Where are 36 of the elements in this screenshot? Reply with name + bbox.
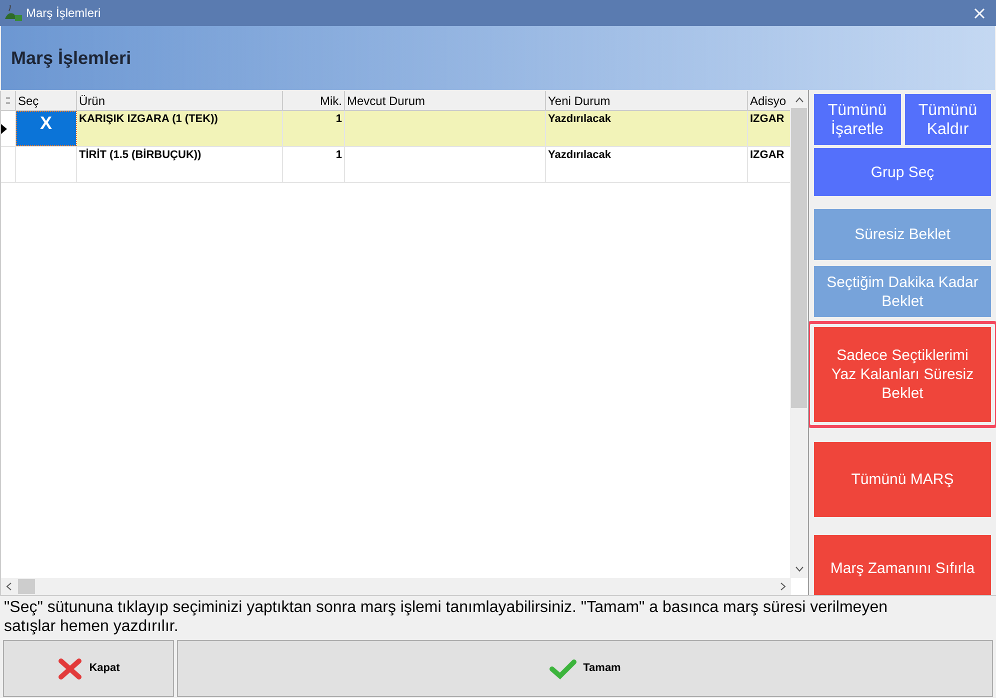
- column-header[interactable]: Adisyo: [750, 92, 786, 110]
- app-icon: [4, 5, 22, 21]
- table-cell-text: 1: [334, 112, 342, 127]
- table-row[interactable]: TİRİT (1.5 (BİRBUÇUK)) 1 Yazdırılacak IZGAR: [1, 147, 790, 183]
- table-cell-text: Yazdırılacak: [548, 112, 612, 127]
- table-cell-text: TİRİT (1.5 (BİRBUÇUK)): [79, 148, 202, 163]
- action-button[interactable]: Tümünü MARŞ: [814, 442, 991, 517]
- table-cell-text: Yazdırılacak: [548, 148, 612, 163]
- check-icon: [549, 658, 578, 680]
- table-cell-text: KARIŞIK IZGARA (1 (TEK)): [79, 112, 219, 127]
- action-button[interactable]: Marş Zamanını Sıfırla: [814, 535, 991, 595]
- table-cell-text: 1: [334, 148, 342, 163]
- column-header[interactable]: Ürün: [79, 92, 106, 110]
- hint-text: "Seç" sütununa tıklayıp seçiminizi yaptıktan sonra marş işlemi tanımlayabilirsiniz. "Tamam" a basınca marş süresi verilmeyen satışlar hemen yazdırılır.: [4, 598, 888, 636]
- close-button[interactable]: Kapat: [3, 640, 174, 697]
- select-button[interactable]: Tümünü İşaretle: [814, 94, 900, 145]
- scroll-thumb[interactable]: [791, 108, 807, 408]
- horizontal-scrollbar[interactable]: [1, 578, 791, 595]
- action-button[interactable]: Grup Seç: [814, 148, 991, 196]
- column-header[interactable]: Mevcut Durum: [347, 92, 426, 110]
- column-header[interactable]: Mik.: [320, 92, 342, 110]
- cross-icon: [57, 656, 84, 680]
- ok-button[interactable]: Tamam: [177, 640, 993, 697]
- header-title: Marş İşlemleri: [11, 46, 132, 70]
- action-button[interactable]: Sadece Seçtiklerimi Yaz Kalanları Süresiz Beklet: [814, 327, 991, 422]
- table-cell-text: IZGAR: [750, 112, 786, 127]
- window-title: Marş İşlemleri: [26, 5, 101, 22]
- grip-icon: [6, 96, 10, 104]
- table-cell-text: IZGAR: [750, 148, 786, 163]
- select-button[interactable]: Tümünü Kaldır: [904, 94, 991, 145]
- vertical-scrollbar[interactable]: [790, 91, 808, 578]
- close-icon: [974, 8, 984, 18]
- table-row[interactable]: X KARIŞIK IZGARA (1 (TEK)) 1 Yazdırılacak IZGAR: [1, 111, 790, 147]
- scroll-thumb[interactable]: [18, 579, 35, 594]
- column-header[interactable]: Yeni Durum: [548, 92, 610, 110]
- column-header[interactable]: Seç: [18, 92, 39, 110]
